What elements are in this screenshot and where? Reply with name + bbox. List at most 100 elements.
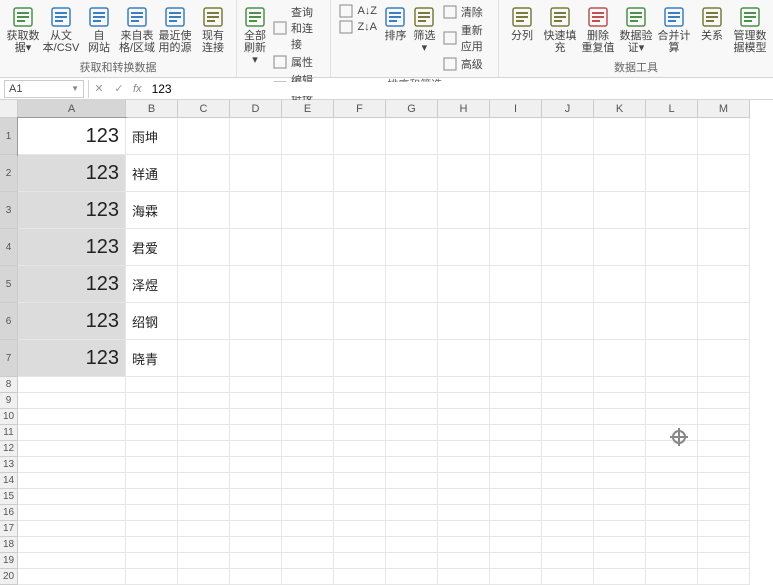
sort-desc-button[interactable]: Z↓A (339, 20, 377, 34)
cell-B17[interactable] (126, 521, 178, 537)
cell-D12[interactable] (230, 441, 282, 457)
cell-H1[interactable] (438, 118, 490, 155)
cell-F14[interactable] (334, 473, 386, 489)
cell-E3[interactable] (282, 192, 334, 229)
cell-M14[interactable] (698, 473, 750, 489)
cell-I9[interactable] (490, 393, 542, 409)
cell-D16[interactable] (230, 505, 282, 521)
cell-C9[interactable] (178, 393, 230, 409)
cell-D11[interactable] (230, 425, 282, 441)
row-header-5[interactable]: 5 (0, 266, 18, 303)
cell-J19[interactable] (542, 553, 594, 569)
cell-L18[interactable] (646, 537, 698, 553)
col-header-G[interactable]: G (386, 100, 438, 118)
cell-I5[interactable] (490, 266, 542, 303)
cell-B10[interactable] (126, 409, 178, 425)
row-header-8[interactable]: 8 (0, 377, 18, 393)
cell-J16[interactable] (542, 505, 594, 521)
filter-button[interactable]: 筛选▾ (410, 2, 439, 54)
cell-M12[interactable] (698, 441, 750, 457)
cell-J2[interactable] (542, 155, 594, 192)
cell-C7[interactable] (178, 340, 230, 377)
cell-D17[interactable] (230, 521, 282, 537)
row-header-10[interactable]: 10 (0, 409, 18, 425)
cell-C2[interactable] (178, 155, 230, 192)
cell-F11[interactable] (334, 425, 386, 441)
cell-D1[interactable] (230, 118, 282, 155)
cell-E9[interactable] (282, 393, 334, 409)
cell-L9[interactable] (646, 393, 698, 409)
cell-E8[interactable] (282, 377, 334, 393)
cell-K7[interactable] (594, 340, 646, 377)
cell-K11[interactable] (594, 425, 646, 441)
row-header-3[interactable]: 3 (0, 192, 18, 229)
cell-B2[interactable]: 祥通 (126, 155, 178, 192)
cell-J4[interactable] (542, 229, 594, 266)
cell-L4[interactable] (646, 229, 698, 266)
row-header-11[interactable]: 11 (0, 425, 18, 441)
row-header-20[interactable]: 20 (0, 569, 18, 585)
cell-A3[interactable]: 123 (18, 192, 126, 229)
data-tool-btn-5[interactable]: 关系 (693, 2, 731, 42)
cell-A9[interactable] (18, 393, 126, 409)
cell-B12[interactable] (126, 441, 178, 457)
cell-C18[interactable] (178, 537, 230, 553)
cell-M2[interactable] (698, 155, 750, 192)
cell-I1[interactable] (490, 118, 542, 155)
cell-K8[interactable] (594, 377, 646, 393)
cell-I4[interactable] (490, 229, 542, 266)
cell-G8[interactable] (386, 377, 438, 393)
cell-E20[interactable] (282, 569, 334, 585)
cell-J1[interactable] (542, 118, 594, 155)
cell-I3[interactable] (490, 192, 542, 229)
cell-J20[interactable] (542, 569, 594, 585)
cell-F2[interactable] (334, 155, 386, 192)
cell-J7[interactable] (542, 340, 594, 377)
data-tool-btn-6[interactable]: 管理数据模型 (731, 2, 769, 54)
cell-E5[interactable] (282, 266, 334, 303)
cell-L6[interactable] (646, 303, 698, 340)
cell-L20[interactable] (646, 569, 698, 585)
cell-K16[interactable] (594, 505, 646, 521)
cell-M13[interactable] (698, 457, 750, 473)
cell-L14[interactable] (646, 473, 698, 489)
row-header-16[interactable]: 16 (0, 505, 18, 521)
cell-J11[interactable] (542, 425, 594, 441)
cell-G12[interactable] (386, 441, 438, 457)
cell-K2[interactable] (594, 155, 646, 192)
cell-E14[interactable] (282, 473, 334, 489)
data-tool-btn-0[interactable]: 分列 (503, 2, 541, 42)
cell-G3[interactable] (386, 192, 438, 229)
cell-M18[interactable] (698, 537, 750, 553)
cell-L19[interactable] (646, 553, 698, 569)
cell-I11[interactable] (490, 425, 542, 441)
cell-E1[interactable] (282, 118, 334, 155)
cell-B8[interactable] (126, 377, 178, 393)
col-header-I[interactable]: I (490, 100, 542, 118)
cell-E15[interactable] (282, 489, 334, 505)
cell-G10[interactable] (386, 409, 438, 425)
cell-K19[interactable] (594, 553, 646, 569)
col-header-M[interactable]: M (698, 100, 750, 118)
cell-I13[interactable] (490, 457, 542, 473)
cell-D7[interactable] (230, 340, 282, 377)
cell-G1[interactable] (386, 118, 438, 155)
cell-F16[interactable] (334, 505, 386, 521)
cell-G14[interactable] (386, 473, 438, 489)
cell-H17[interactable] (438, 521, 490, 537)
cell-C15[interactable] (178, 489, 230, 505)
cell-A5[interactable]: 123 (18, 266, 126, 303)
queries-small-0[interactable]: 查询和连接 (273, 4, 322, 52)
cell-I18[interactable] (490, 537, 542, 553)
cell-H6[interactable] (438, 303, 490, 340)
cell-H15[interactable] (438, 489, 490, 505)
get-data-btn-3[interactable]: 来自表格/区域 (118, 2, 156, 54)
cell-G6[interactable] (386, 303, 438, 340)
cell-J14[interactable] (542, 473, 594, 489)
cell-H18[interactable] (438, 537, 490, 553)
cell-J8[interactable] (542, 377, 594, 393)
cell-G11[interactable] (386, 425, 438, 441)
cell-H2[interactable] (438, 155, 490, 192)
cell-F1[interactable] (334, 118, 386, 155)
cell-M8[interactable] (698, 377, 750, 393)
